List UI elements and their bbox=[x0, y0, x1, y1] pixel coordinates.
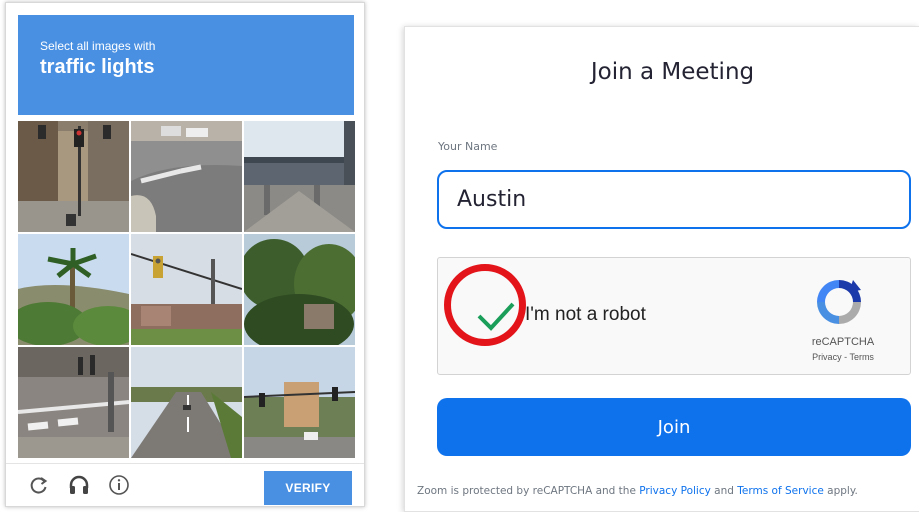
recaptcha-widget: I'm not a robot reCAPTCHA Privacy - Term… bbox=[437, 257, 911, 375]
terms-of-service-link[interactable]: Terms of Service bbox=[737, 485, 824, 497]
recaptcha-checkbox[interactable] bbox=[471, 290, 521, 340]
captcha-tile-9[interactable] bbox=[244, 347, 355, 458]
recaptcha-links-separator: - bbox=[844, 352, 848, 362]
recaptcha-label: I'm not a robot bbox=[525, 304, 646, 325]
join-button[interactable]: Join bbox=[437, 398, 911, 456]
verify-button[interactable]: VERIFY bbox=[264, 471, 352, 505]
disclaimer-and: and bbox=[714, 485, 734, 497]
captcha-tile-5[interactable] bbox=[131, 234, 242, 345]
captcha-image-grid bbox=[18, 121, 355, 458]
recaptcha-terms-link[interactable]: Terms bbox=[849, 352, 874, 362]
captcha-instruction: Select all images with bbox=[40, 39, 156, 53]
captcha-tile-7[interactable] bbox=[18, 347, 129, 458]
headphones-icon[interactable] bbox=[66, 472, 92, 498]
info-icon[interactable] bbox=[106, 472, 132, 498]
captcha-tile-1[interactable] bbox=[18, 121, 129, 232]
captcha-tile-2[interactable] bbox=[131, 121, 242, 232]
captcha-footer: VERIFY bbox=[6, 463, 364, 506]
page-title: Join a Meeting bbox=[590, 59, 755, 85]
recaptcha-brand: reCAPTCHA bbox=[811, 336, 875, 348]
captcha-challenge-panel: Select all images with traffic lights VE… bbox=[5, 2, 365, 507]
name-field-label: Your Name bbox=[438, 140, 498, 153]
captcha-tile-8[interactable] bbox=[131, 347, 242, 458]
captcha-tile-4[interactable] bbox=[18, 234, 129, 345]
recaptcha-logo-icon bbox=[809, 274, 869, 330]
captcha-tile-6[interactable] bbox=[244, 234, 355, 345]
recaptcha-privacy-link[interactable]: Privacy bbox=[812, 352, 842, 362]
privacy-policy-link[interactable]: Privacy Policy bbox=[639, 485, 711, 497]
checkmark-icon bbox=[477, 302, 515, 331]
captcha-header: Select all images with traffic lights bbox=[18, 15, 354, 115]
captcha-tile-3[interactable] bbox=[244, 121, 355, 232]
captcha-target: traffic lights bbox=[40, 56, 155, 78]
join-meeting-panel: Join a Meeting Your Name I'm not a robot… bbox=[404, 26, 919, 512]
recaptcha-disclaimer: Zoom is protected by reCAPTCHA and the P… bbox=[417, 485, 858, 497]
reload-icon[interactable] bbox=[26, 472, 52, 498]
disclaimer-prefix: Zoom is protected by reCAPTCHA and the bbox=[417, 485, 636, 497]
name-input[interactable] bbox=[437, 170, 911, 229]
disclaimer-suffix: apply. bbox=[827, 485, 858, 497]
recaptcha-links: Privacy - Terms bbox=[778, 352, 908, 362]
